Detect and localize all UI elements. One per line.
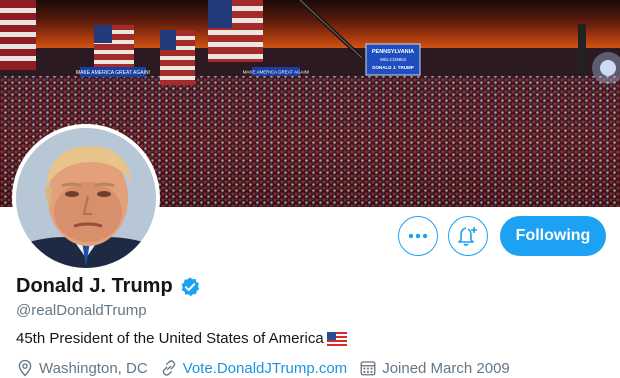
flag-left (0, 0, 36, 70)
avatar[interactable] (12, 124, 160, 272)
profile-handle: @realDonaldTrump (16, 302, 147, 319)
notifications-button[interactable] (448, 216, 488, 256)
bio-text: 45th President of the United States of A… (16, 330, 324, 347)
profile-meta: Washington, DC Vote.DonaldJTrump.com Joi… (16, 359, 522, 377)
profile-photo (16, 128, 156, 268)
profile-name-row: Donald J. Trump (16, 275, 201, 298)
banner-text-left: MAKE AMERICA GREAT AGAIN! (76, 70, 150, 76)
following-button[interactable]: Following (500, 216, 606, 256)
flag-center-left (94, 25, 134, 67)
location-text: Washington, DC (39, 359, 148, 377)
verified-badge-icon (181, 276, 199, 296)
banner-text-mid: MAKE AMERICA GREAT AGAIN! (243, 70, 310, 75)
sign-line-2: WELCOMES (380, 57, 406, 62)
website-link[interactable]: Vote.DonaldJTrump.com (183, 360, 348, 377)
profile-bio: 45th President of the United States of A… (16, 330, 347, 347)
calendar-icon (360, 361, 376, 376)
location-item: Washington, DC (16, 359, 148, 377)
more-button[interactable] (398, 216, 438, 256)
us-flag-icon (326, 331, 347, 346)
sign-line-1: PENNSYLVANIA (372, 49, 414, 55)
joined-item: Joined March 2009 (359, 359, 510, 377)
location-pin-icon (18, 359, 32, 377)
flag-center (160, 30, 195, 85)
link-icon (162, 360, 175, 376)
more-horizontal-icon (408, 233, 428, 239)
website-item[interactable]: Vote.DonaldJTrump.com (160, 359, 348, 377)
flag-right (208, 0, 263, 62)
profile-name: Donald J. Trump (16, 275, 173, 297)
joined-text: Joined March 2009 (382, 359, 510, 377)
bell-plus-icon (458, 227, 477, 246)
sign-line-3: DONALD J. TRUMP (372, 65, 414, 70)
